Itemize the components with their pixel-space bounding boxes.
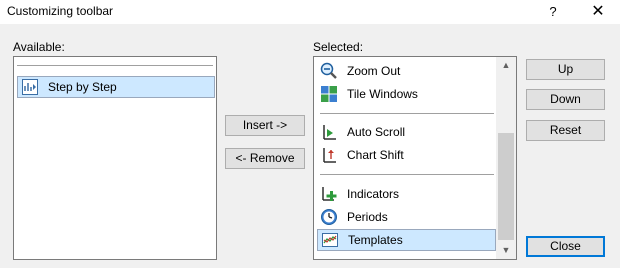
available-label: Available: (13, 40, 65, 54)
down-button[interactable]: Down (526, 89, 605, 110)
available-list[interactable]: Step by Step (13, 56, 217, 260)
auto-scroll-icon (323, 125, 336, 140)
item-label: Chart Shift (347, 148, 404, 162)
close-window-button[interactable]: ✕ (582, 0, 614, 24)
scroll-thumb[interactable] (498, 133, 514, 240)
selected-item-indicators[interactable]: Indicators (317, 183, 497, 205)
selected-label: Selected: (313, 40, 364, 54)
reset-button[interactable]: Reset (526, 120, 605, 141)
up-button[interactable]: Up (526, 59, 605, 80)
item-label: Indicators (347, 187, 400, 201)
insert-button[interactable]: Insert -> (225, 115, 305, 136)
close-button[interactable]: Close (526, 236, 605, 257)
item-label: Templates (348, 233, 403, 247)
selected-list-scrollbar[interactable]: ▲ ▼ (496, 57, 516, 259)
tile-windows-icon (321, 86, 337, 102)
item-label: Periods (347, 210, 388, 224)
zoom-out-icon (320, 62, 337, 79)
separator (320, 113, 494, 114)
item-label: Step by Step (48, 80, 117, 94)
remove-button[interactable]: <- Remove (225, 148, 305, 169)
indicators-icon (322, 187, 337, 201)
available-item-step-by-step[interactable]: Step by Step (17, 76, 215, 98)
selected-item-zoom-out[interactable]: Zoom Out (317, 60, 497, 82)
selected-item-tile-windows[interactable]: Tile Windows (317, 83, 497, 105)
templates-icon (322, 233, 338, 247)
help-button[interactable]: ? (540, 0, 566, 24)
window-title: Customizing toolbar (7, 4, 114, 18)
step-by-step-icon (22, 79, 38, 95)
selected-item-periods[interactable]: Periods (317, 206, 497, 228)
periods-icon (321, 209, 337, 225)
selected-item-auto-scroll[interactable]: Auto Scroll (317, 121, 497, 143)
separator (17, 65, 213, 66)
scroll-down-arrow[interactable]: ▼ (496, 242, 516, 259)
selected-item-chart-shift[interactable]: Chart Shift (317, 144, 497, 166)
scroll-up-arrow[interactable]: ▲ (496, 57, 516, 74)
separator (320, 174, 494, 175)
chart-shift-icon (323, 148, 336, 163)
selected-list[interactable]: Zoom Out Tile Windows Auto Scroll Chart … (313, 56, 517, 260)
item-label: Auto Scroll (347, 125, 406, 139)
item-label: Zoom Out (347, 64, 401, 78)
selected-item-templates[interactable]: Templates (317, 229, 496, 251)
title-bar: Customizing toolbar ? ✕ (0, 0, 620, 24)
item-label: Tile Windows (347, 87, 418, 101)
